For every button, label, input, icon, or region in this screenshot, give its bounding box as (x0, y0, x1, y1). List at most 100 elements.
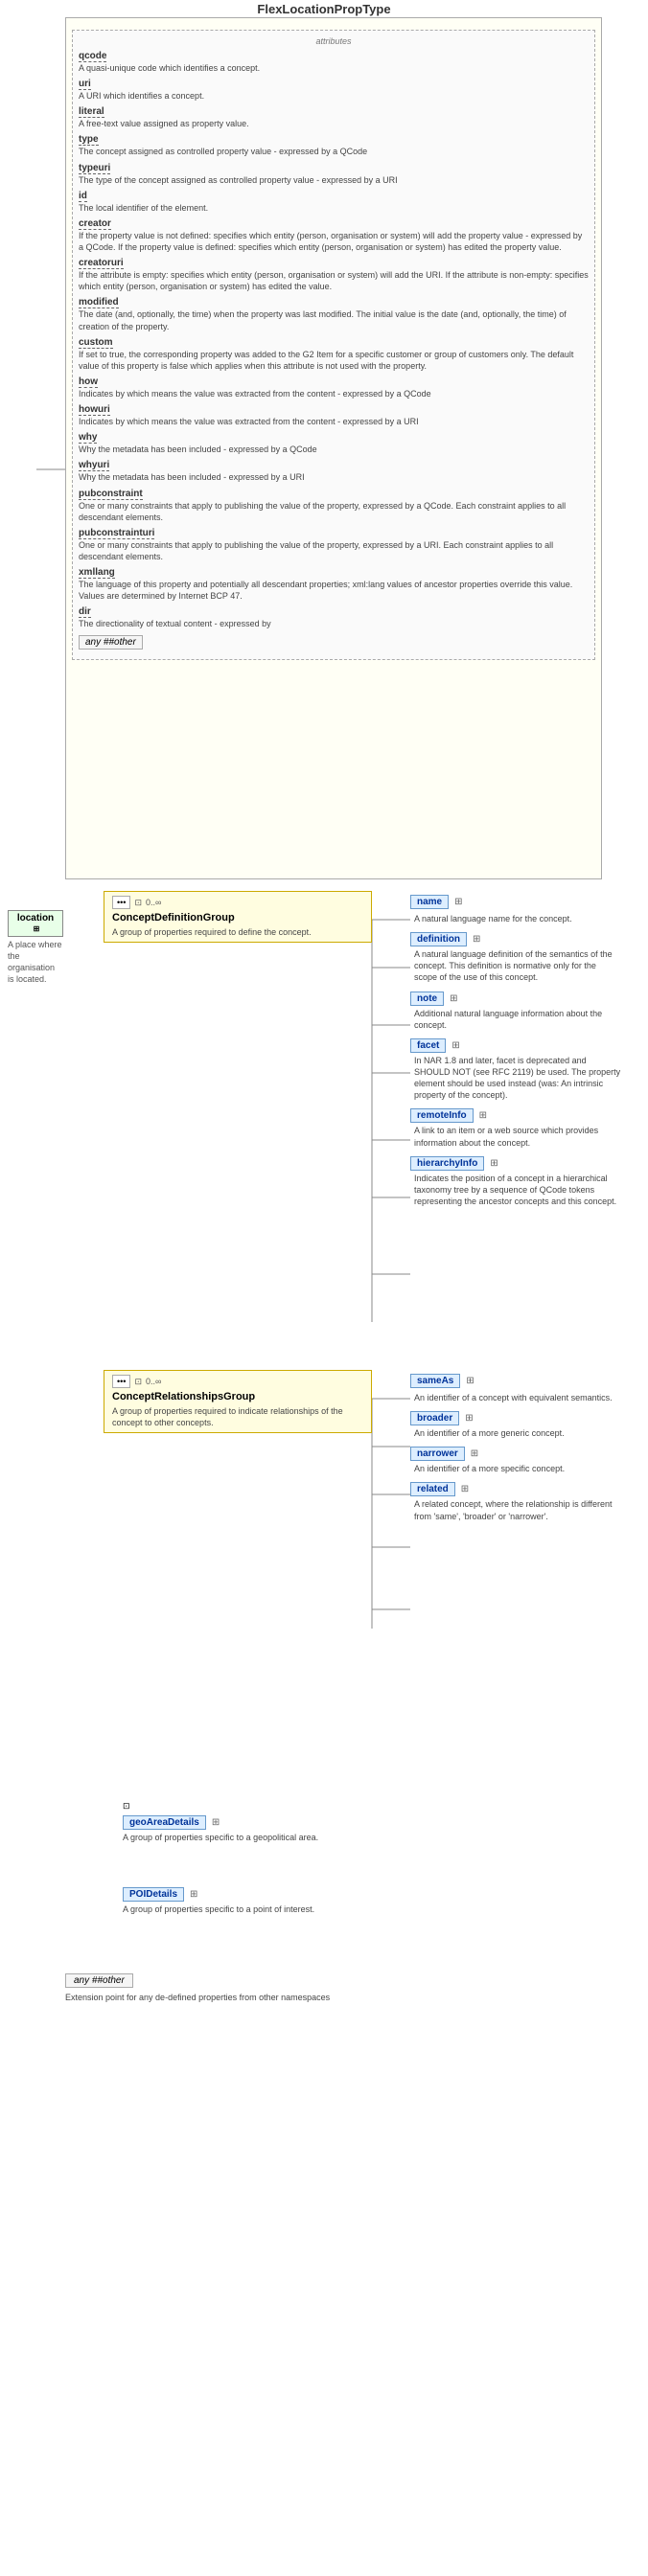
concept-def-group-box: ••• ⊡ 0..∞ ConceptDefinitionGroup A grou… (104, 891, 372, 943)
attr-qcode-name: qcode (79, 51, 106, 62)
elem-narrower-plus: ⊞ (471, 1448, 478, 1459)
concept-rel-title: ConceptRelationshipsGroup (112, 1391, 363, 1402)
elem-remoteinfo[interactable]: remoteInfo (410, 1108, 474, 1123)
elem-narrower-desc: An identifier of a more specific concept… (414, 1463, 621, 1474)
elem-hierarchyinfo[interactable]: hierarchyInfo (410, 1156, 484, 1171)
attr-modified-desc: The date (and, optionally, the time) whe… (79, 308, 589, 331)
concept-def-multiplicity: ••• (112, 896, 130, 909)
attr-why-desc: Why the metadata has been included - exp… (79, 444, 589, 455)
main-type-box: attributes qcode A quasi-unique code whi… (65, 17, 602, 879)
any-other-bottom-label: any ##other (65, 1973, 133, 1988)
attr-type: type The concept assigned as controlled … (79, 133, 589, 157)
attr-why-name: why (79, 432, 97, 444)
poi-section: POIDetails ⊞ A group of properties speci… (123, 1887, 372, 1915)
geo-arrow: ⊡ (123, 1801, 130, 1812)
any-other-bottom-section: any ##other Extension point for any de-d… (65, 1973, 449, 2003)
geo-area-row: geoAreaDetails ⊞ (123, 1815, 372, 1830)
elem-related[interactable]: related (410, 1482, 455, 1496)
diagram-container: FlexLocationPropType attributes qcode A … (8, 0, 640, 2567)
attr-creatoruri-name: creatoruri (79, 258, 124, 269)
attr-modified: modified The date (and, optionally, the … (79, 296, 589, 331)
elem-definition-desc: A natural language definition of the sem… (414, 948, 621, 983)
location-label: location (17, 913, 54, 923)
elem-name-desc: A natural language name for the concept. (414, 913, 621, 924)
elem-remoteinfo-desc: A link to an item or a web source which … (414, 1125, 621, 1148)
attr-howuri: howuri Indicates by which means the valu… (79, 403, 589, 427)
elem-broader[interactable]: broader (410, 1411, 459, 1425)
elem-related-plus: ⊞ (461, 1484, 469, 1494)
attr-creator-name: creator (79, 218, 111, 230)
attr-pubconstrainturi: pubconstrainturi One or many constraints… (79, 527, 589, 562)
location-desc: A place where the organisation is locate… (8, 939, 63, 986)
attr-howuri-name: howuri (79, 404, 110, 416)
elem-poi-desc: A group of properties specific to a poin… (123, 1904, 372, 1915)
elem-geo-area-desc: A group of properties specific to a geop… (123, 1832, 372, 1843)
elem-sameas-plus: ⊞ (466, 1376, 474, 1386)
geo-area-section: ⊡ geoAreaDetails ⊞ A group of properties… (123, 1801, 372, 1843)
elem-poi-plus: ⊞ (190, 1889, 197, 1900)
child-related-row: related ⊞ (410, 1482, 621, 1496)
attr-howuri-desc: Indicates by which means the value was e… (79, 416, 589, 427)
attr-xmllang-name: xmllang (79, 567, 115, 579)
concept-rel-multiplicity: ••• (112, 1375, 130, 1388)
attr-dir: dir The directionality of textual conten… (79, 605, 589, 629)
attr-id-desc: The local identifier of the element. (79, 202, 589, 214)
attr-typeuri: typeuri The type of the concept assigned… (79, 162, 589, 186)
attr-pubconstraint-desc: One or many constraints that apply to pu… (79, 500, 589, 523)
concept-def-group-inner: ••• ⊡ 0..∞ ConceptDefinitionGroup A grou… (104, 891, 372, 943)
child-definition-row: definition ⊞ (410, 932, 621, 946)
attr-literal-desc: A free-text value assigned as property v… (79, 118, 589, 129)
elem-note-desc: Additional natural language information … (414, 1008, 621, 1031)
any-other-attr-label: any ##other (79, 635, 143, 650)
elem-name[interactable]: name (410, 895, 449, 909)
attr-pubconstraint-name: pubconstraint (79, 489, 143, 500)
attr-uri-desc: A URI which identifies a concept. (79, 90, 589, 102)
elem-geo-area[interactable]: geoAreaDetails (123, 1815, 206, 1830)
elem-definition-plus: ⊞ (473, 934, 480, 945)
attr-qcode-desc: A quasi-unique code which identifies a c… (79, 62, 589, 74)
attr-typeuri-desc: The type of the concept assigned as cont… (79, 174, 589, 186)
elem-name-plus: ⊞ (454, 897, 462, 907)
location-expand-icon[interactable]: ⊞ (34, 924, 40, 933)
elem-remoteinfo-plus: ⊞ (479, 1110, 487, 1121)
elem-note[interactable]: note (410, 992, 444, 1006)
elem-definition[interactable]: definition (410, 932, 467, 946)
attr-creator-desc: If the property value is not defined: sp… (79, 230, 589, 253)
concept-rel-children: sameAs ⊞ An identifier of a concept with… (410, 1370, 621, 1522)
child-hierarchyinfo-row: hierarchyInfo ⊞ (410, 1156, 621, 1171)
concept-rel-group-inner: ••• ⊡ 0..∞ ConceptRelationshipsGroup A g… (104, 1370, 372, 1433)
child-broader-row: broader ⊞ (410, 1411, 621, 1425)
concept-def-range2: 0..∞ (146, 898, 161, 907)
elem-poi[interactable]: POIDetails (123, 1887, 184, 1902)
elem-related-desc: A related concept, where the relationshi… (414, 1498, 621, 1521)
concept-rel-range-icon: ⊡ (134, 1377, 142, 1387)
elem-note-plus: ⊞ (450, 993, 457, 1004)
elem-narrower[interactable]: narrower (410, 1447, 465, 1461)
attr-whyuri-name: whyuri (79, 460, 109, 471)
elem-geo-area-plus: ⊞ (212, 1817, 220, 1828)
attr-modified-name: modified (79, 297, 119, 308)
attr-qcode: qcode A quasi-unique code which identifi… (79, 50, 589, 74)
attr-how: how Indicates by which means the value w… (79, 376, 589, 399)
child-sameas-row: sameAs ⊞ (410, 1374, 621, 1388)
attr-pubconstrainturi-desc: One or many constraints that apply to pu… (79, 539, 589, 562)
elem-hierarchyinfo-plus: ⊞ (490, 1158, 498, 1169)
concept-rel-desc: A group of properties required to indica… (112, 1405, 363, 1428)
child-remoteinfo-row: remoteInfo ⊞ (410, 1108, 621, 1123)
attr-pubconstrainturi-name: pubconstrainturi (79, 528, 154, 539)
attr-whyuri-desc: Why the metadata has been included - exp… (79, 471, 589, 483)
elem-broader-desc: An identifier of a more generic concept. (414, 1427, 621, 1439)
page-title: FlexLocationPropType (180, 2, 468, 16)
child-facet-row: facet ⊞ (410, 1038, 621, 1053)
concept-def-title: ConceptDefinitionGroup (112, 912, 363, 923)
attr-typeuri-name: typeuri (79, 163, 110, 174)
any-other-bottom-desc: Extension point for any de-defined prope… (65, 1992, 449, 2003)
elem-broader-plus: ⊞ (465, 1413, 473, 1424)
concept-def-desc: A group of properties required to define… (112, 926, 363, 938)
location-section: location ⊞ A place where the organisatio… (8, 910, 63, 986)
attr-xmllang: xmllang The language of this property an… (79, 566, 589, 602)
attr-dir-desc: The directionality of textual content - … (79, 618, 589, 629)
child-narrower-row: narrower ⊞ (410, 1447, 621, 1461)
elem-sameas[interactable]: sameAs (410, 1374, 460, 1388)
elem-facet[interactable]: facet (410, 1038, 446, 1053)
